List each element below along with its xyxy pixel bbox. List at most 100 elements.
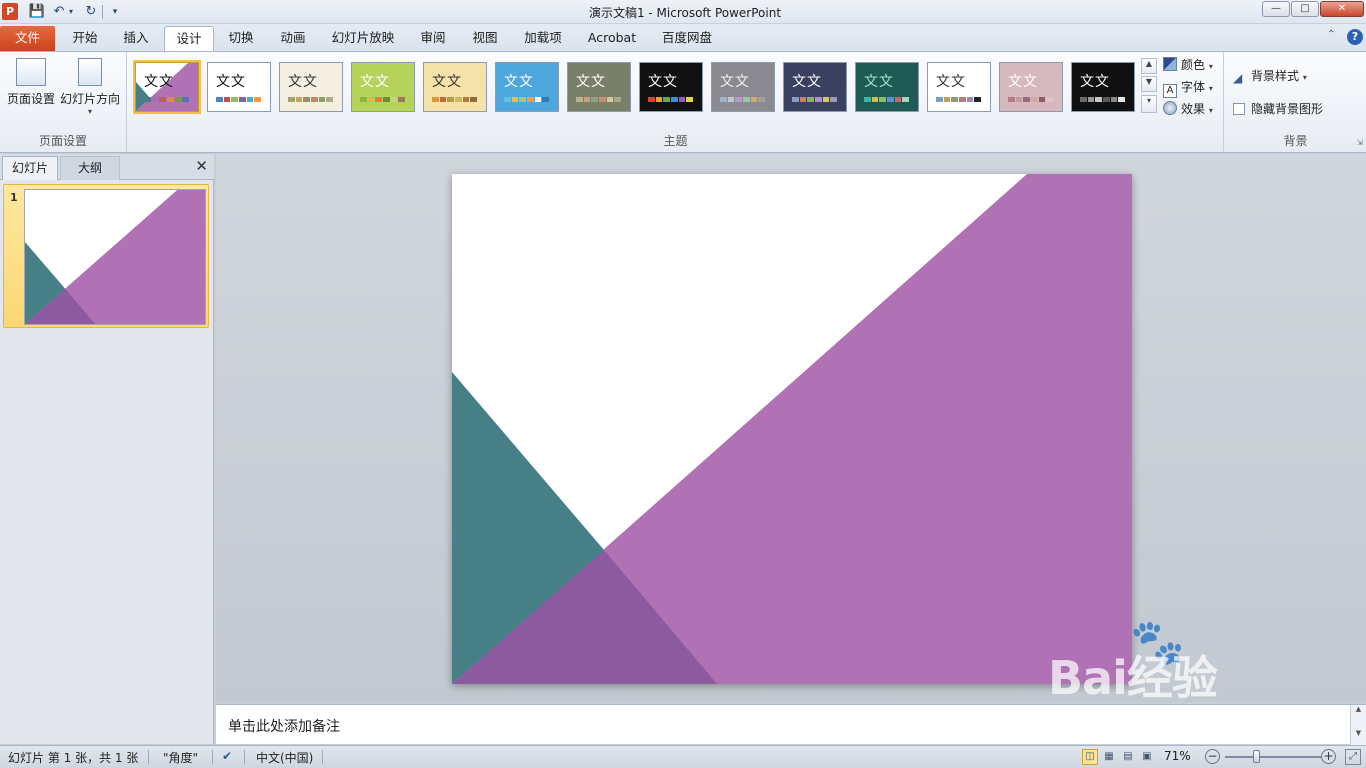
theme-fonts-button[interactable]: A 字体 ▾ (1163, 78, 1213, 98)
save-icon[interactable]: 💾 (28, 3, 46, 21)
dialog-launcher-icon[interactable]: ⇲ (1356, 138, 1363, 147)
tab-view[interactable]: 视图 (462, 26, 508, 51)
color-swatch (1038, 97, 1046, 102)
theme-thumbnail[interactable]: 文文 (279, 62, 343, 112)
color-swatch (735, 97, 743, 102)
slide-thumbnail-graphic (25, 190, 205, 324)
theme-color-swatches (648, 97, 694, 102)
tab-slides[interactable]: 幻灯片 (2, 156, 58, 180)
color-swatch (1031, 97, 1038, 102)
slide-thumbnail-item[interactable]: 1 (3, 184, 209, 328)
color-swatch (542, 97, 550, 102)
theme-color-swatches (144, 97, 190, 102)
reading-view-icon[interactable]: ▤ (1120, 749, 1136, 765)
tab-outline[interactable]: 大纲 (60, 156, 120, 180)
maximize-button[interactable]: □ (1291, 1, 1319, 17)
theme-thumbnail[interactable]: 文文 (999, 62, 1063, 112)
theme-sample-text: 文文 (720, 74, 750, 90)
notes-placeholder[interactable]: 单击此处添加备注 (228, 716, 340, 736)
gallery-scroll-down-icon[interactable]: ▼ (1141, 76, 1157, 92)
language-status[interactable]: 中文(中国) (256, 749, 313, 766)
zoom-slider-track[interactable] (1225, 756, 1321, 758)
tab-addins[interactable]: 加载项 (514, 26, 572, 51)
theme-thumbnail[interactable]: 文文 (1071, 62, 1135, 112)
close-button[interactable]: ✕ (1320, 1, 1364, 17)
theme-name-status[interactable]: "角度" (163, 749, 198, 766)
slide-count-status: 幻灯片 第 1 张，共 1 张 (8, 751, 139, 765)
theme-color-swatches (864, 97, 910, 102)
color-swatch (216, 97, 223, 102)
theme-effects-button[interactable]: 效果 ▾ (1163, 100, 1213, 118)
tab-design[interactable]: 设计 (164, 26, 214, 51)
slide-orientation-button[interactable]: 幻灯片方向 ▾ (58, 56, 122, 126)
gallery-scroll-up-icon[interactable]: ▲ (1141, 58, 1157, 74)
color-swatch (144, 97, 151, 102)
theme-sample-text: 文文 (792, 74, 822, 90)
slideshow-view-icon[interactable]: ▣ (1139, 749, 1155, 765)
theme-thumbnail[interactable]: 文文 (133, 60, 201, 114)
theme-thumbnail[interactable]: 文文 (207, 62, 271, 112)
normal-view-icon[interactable]: ◫ (1082, 749, 1098, 765)
tab-insert[interactable]: 插入 (113, 26, 159, 51)
background-styles-button[interactable]: ◢ 背景样式 ▾ (1233, 67, 1307, 85)
theme-colors-button[interactable]: 颜色 ▾ (1163, 56, 1213, 74)
color-swatch (375, 97, 383, 102)
color-swatch (807, 97, 815, 102)
color-swatch (655, 97, 663, 102)
slide-sorter-view-icon[interactable]: ▦ (1101, 749, 1117, 765)
zoom-level[interactable]: 71% (1164, 749, 1191, 763)
theme-thumbnail[interactable]: 文文 (927, 62, 991, 112)
gallery-more-icon[interactable]: ▾ (1141, 95, 1157, 113)
tab-animations[interactable]: 动画 (270, 26, 316, 51)
tab-baidu-netdisk[interactable]: 百度网盘 (652, 26, 722, 51)
theme-thumbnail[interactable]: 文文 (351, 62, 415, 112)
collapse-ribbon-icon[interactable]: ⌃ (1327, 29, 1335, 40)
tab-home[interactable]: 开始 (60, 26, 110, 51)
color-swatch (511, 97, 519, 102)
powerpoint-app-icon[interactable]: P (2, 3, 18, 20)
page-setup-button[interactable]: 页面设置 (0, 56, 62, 126)
theme-thumbnail[interactable]: 文文 (567, 62, 631, 112)
color-swatch (223, 97, 231, 102)
slide-canvas[interactable] (452, 174, 1132, 684)
slide-thumbnail[interactable] (24, 189, 206, 325)
zoom-out-icon[interactable]: − (1205, 749, 1220, 764)
color-swatch (383, 97, 390, 102)
color-swatch (239, 97, 246, 102)
tab-transitions[interactable]: 切换 (218, 26, 264, 51)
undo-dropdown-icon[interactable]: ▾ (66, 3, 76, 21)
color-swatch (750, 97, 758, 102)
tab-review[interactable]: 审阅 (410, 26, 456, 51)
color-swatch (174, 97, 182, 102)
redo-icon[interactable]: ↻ (82, 3, 100, 21)
slide-orientation-icon (78, 58, 102, 86)
help-icon[interactable]: ? (1347, 29, 1363, 45)
theme-thumbnail[interactable]: 文文 (783, 62, 847, 112)
theme-thumbnail[interactable]: 文文 (639, 62, 703, 112)
theme-thumbnail[interactable]: 文文 (495, 62, 559, 112)
theme-thumbnail[interactable]: 文文 (855, 62, 919, 112)
close-icon[interactable]: ✕ (195, 157, 208, 175)
spellcheck-icon[interactable]: ✔ (222, 749, 232, 763)
notes-scrollbar[interactable]: ▲ ▼ (1350, 705, 1366, 745)
color-swatch (288, 97, 295, 102)
theme-thumbnail[interactable]: 文文 (711, 62, 775, 112)
tab-acrobat[interactable]: Acrobat (580, 26, 644, 51)
minimize-button[interactable]: — (1262, 1, 1290, 17)
zoom-slider-thumb[interactable] (1253, 750, 1260, 763)
fit-to-window-icon[interactable]: ⤢ (1345, 749, 1361, 765)
color-swatch (727, 97, 735, 102)
status-separator (322, 750, 323, 764)
tab-file[interactable]: 文件 (0, 26, 55, 51)
color-swatch (894, 97, 902, 102)
color-swatch (519, 97, 527, 102)
customize-quick-access-icon[interactable]: ▾ (106, 3, 124, 21)
tab-slideshow[interactable]: 幻灯片放映 (322, 26, 404, 51)
hide-background-graphics-checkbox[interactable] (1233, 103, 1245, 115)
background-group: ◢ 背景样式 ▾ 隐藏背景图形 背景 ⇲ (1225, 52, 1366, 152)
zoom-in-icon[interactable]: + (1321, 749, 1336, 764)
color-swatch (1087, 97, 1095, 102)
hide-background-graphics-toggle[interactable]: 隐藏背景图形 (1233, 100, 1323, 118)
theme-thumbnail[interactable]: 文文 (423, 62, 487, 112)
color-swatch (864, 97, 871, 102)
